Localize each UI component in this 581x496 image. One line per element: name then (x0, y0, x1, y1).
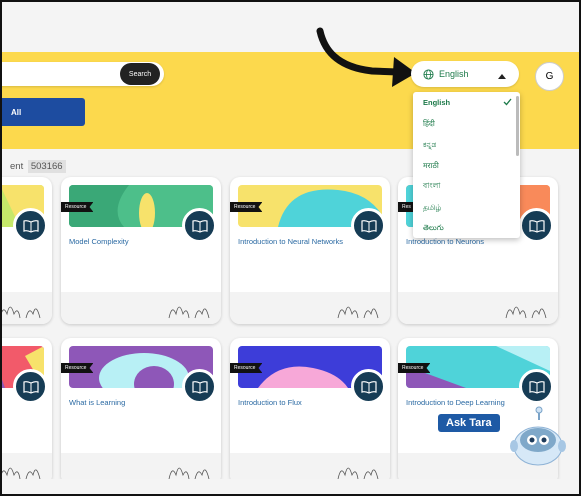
screenshot-frame: Search All English G English हिंदी ಕನ್ನಡ… (0, 0, 581, 496)
language-option-tamil[interactable]: தமிழ் (413, 197, 520, 218)
language-option-kannada[interactable]: ಕನ್ನಡ (413, 134, 520, 155)
grass-doodle-icon (168, 467, 210, 480)
language-dropdown: English हिंदी ಕನ್ನಡ मराठी বাংলা தமிழ் తె… (413, 92, 520, 238)
resource-tag: Resource (230, 363, 263, 373)
language-option-english[interactable]: English (413, 92, 520, 113)
all-filter-button[interactable]: All (2, 98, 85, 126)
book-icon (182, 208, 217, 243)
bottom-strip (2, 479, 579, 494)
search-button[interactable]: Search (120, 63, 160, 85)
robot-assistant-icon[interactable] (510, 406, 566, 466)
language-option-hindi[interactable]: हिंदी (413, 113, 520, 134)
card-title: Introduction to Flux (238, 398, 302, 407)
grass-doodle-icon (337, 306, 379, 319)
card-title: What is Learning (69, 398, 126, 407)
top-bar (2, 2, 579, 52)
grass-doodle-icon (505, 306, 547, 319)
resource-card[interactable]: Resource Introduction to Neural Networks (230, 177, 390, 324)
resource-card[interactable] (2, 338, 52, 485)
grass-doodle-icon (337, 467, 379, 480)
language-option-telugu[interactable]: తెలుగు (413, 218, 520, 238)
check-icon (503, 98, 512, 108)
language-option-bengali[interactable]: বাংলা (413, 176, 520, 197)
content-count-badge: 503166 (27, 160, 66, 173)
ask-tara-button[interactable]: Ask Tara (438, 414, 500, 432)
resource-card[interactable] (2, 177, 52, 324)
resource-tag: Resource (398, 363, 431, 373)
globe-icon (423, 68, 434, 80)
card-title: Model Complexity (69, 237, 129, 246)
language-option-marathi[interactable]: मराठी (413, 155, 520, 176)
book-icon (519, 369, 554, 404)
pointer-arrow-icon (316, 27, 416, 87)
resource-card[interactable]: Resource Introduction to Flux (230, 338, 390, 485)
card-title: Introduction to Neural Networks (238, 237, 344, 246)
content-count-label: ent 503166 (10, 160, 66, 173)
resource-tag: Resource (61, 202, 94, 212)
card-title: Introduction to Neurons (406, 237, 484, 246)
resource-card[interactable]: Resource Model Complexity (61, 177, 221, 324)
card-title: Introduction to Deep Learning (406, 398, 505, 407)
book-icon (182, 369, 217, 404)
grass-doodle-icon (2, 467, 41, 480)
grass-doodle-icon (2, 306, 41, 319)
book-icon (351, 208, 386, 243)
book-icon (13, 208, 48, 243)
grass-doodle-icon (168, 306, 210, 319)
language-selected-label: English (439, 69, 469, 79)
book-icon (13, 369, 48, 404)
book-icon (351, 369, 386, 404)
book-icon (519, 208, 554, 243)
profile-avatar[interactable]: G (535, 62, 564, 91)
resource-tag: Resource (230, 202, 263, 212)
resource-card[interactable]: Resource What is Learning (61, 338, 221, 485)
resource-tag: Resource (61, 363, 94, 373)
caret-up-icon (498, 71, 506, 81)
language-selector[interactable]: English (411, 61, 519, 87)
